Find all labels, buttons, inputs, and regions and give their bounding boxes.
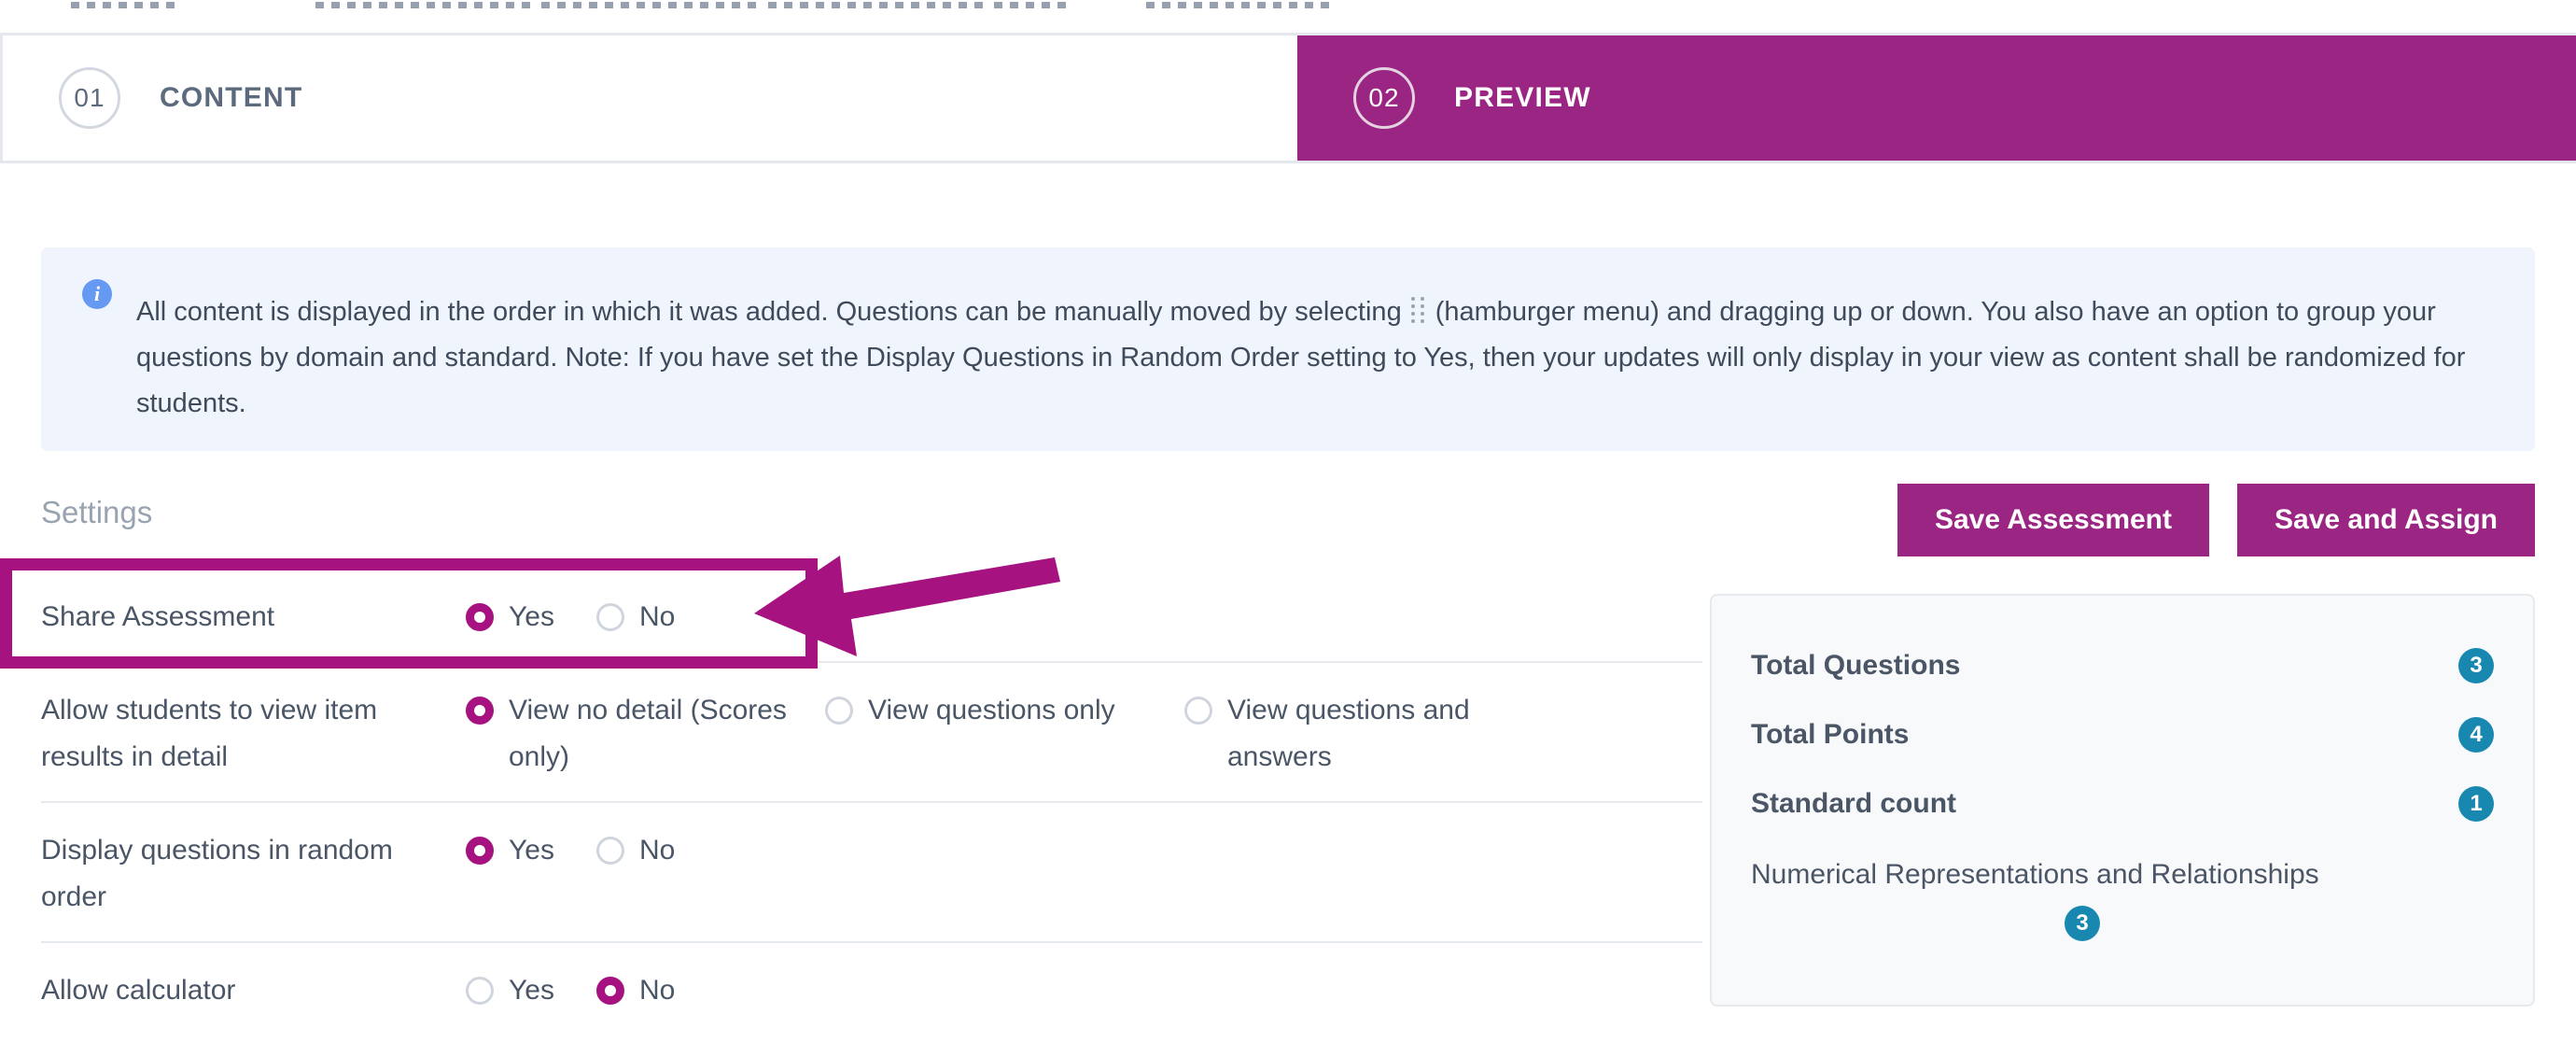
status-badge: 3	[2065, 906, 2100, 941]
summary-label: Total Points	[1751, 719, 1910, 750]
settings-list: Share Assessment Yes No Allow students t…	[41, 570, 1702, 1035]
radio-button-icon[interactable]	[466, 603, 494, 631]
assessment-summary-card: Total Questions 3 Total Points 4 Standar…	[1710, 594, 2535, 1007]
setting-label: Allow students to view item results in d…	[41, 695, 378, 772]
radio-button-icon[interactable]	[825, 697, 853, 725]
summary-label: Total Questions	[1751, 650, 1961, 681]
setting-label: Display questions in random order	[41, 835, 393, 912]
save-assessment-button[interactable]: Save Assessment	[1897, 484, 2210, 556]
setting-label: Allow calculator	[41, 975, 236, 1006]
summary-label: Standard count	[1751, 788, 1957, 819]
radio-button-icon[interactable]	[596, 977, 624, 1005]
status-badge: 4	[2458, 717, 2494, 753]
radio-option-label: Yes	[509, 601, 554, 632]
radio-option-calculator-yes[interactable]: Yes	[466, 967, 596, 1014]
radio-option-label: Yes	[509, 835, 554, 866]
save-and-assign-button[interactable]: Save and Assign	[2237, 484, 2535, 556]
info-banner-text: All content is displayed in the order in…	[136, 270, 2498, 427]
radio-option-view-questions-only[interactable]: View questions only	[825, 687, 1184, 781]
radio-option-share-no[interactable]: No	[596, 594, 727, 641]
radio-option-label: No	[639, 601, 676, 632]
tab-preview-number: 02	[1353, 67, 1415, 129]
settings-heading: Settings	[41, 495, 153, 529]
tab-preview-label: PREVIEW	[1454, 82, 1591, 113]
radio-option-calculator-no[interactable]: No	[596, 967, 727, 1014]
radio-option-label: No	[639, 835, 676, 866]
info-banner-text-part1: All content is displayed in the order in…	[136, 297, 1402, 327]
radio-button-icon[interactable]	[466, 837, 494, 865]
dash-run-1	[71, 2, 182, 8]
radio-option-label: View no detail (Scores only)	[509, 695, 787, 772]
radio-button-icon[interactable]	[466, 977, 494, 1005]
setting-options: Yes No	[466, 594, 1702, 641]
radio-option-label: Yes	[509, 975, 554, 1006]
status-badge: 1	[2458, 786, 2494, 822]
dash-run-2	[315, 2, 1073, 8]
setting-label: Share Assessment	[41, 601, 275, 632]
summary-row-total-questions: Total Questions 3	[1751, 631, 2494, 700]
radio-button-icon[interactable]	[596, 603, 624, 631]
radio-button-icon[interactable]	[596, 837, 624, 865]
wizard-tabbar: 01 CONTENT 02 PREVIEW	[0, 33, 2576, 163]
summary-row-total-points: Total Points 4	[1751, 700, 2494, 769]
setting-options: View no detail (Scores only) View questi…	[466, 687, 1702, 781]
radio-option-view-no-detail[interactable]: View no detail (Scores only)	[466, 687, 825, 781]
setting-row-share-assessment: Share Assessment Yes No	[41, 570, 1702, 661]
status-badge: 3	[2458, 648, 2494, 683]
top-cutoff-strip	[0, 0, 2576, 13]
standard-badge-wrap: 3	[1751, 906, 2494, 941]
info-banner: i All content is displayed in the order …	[41, 247, 2535, 451]
tab-content-number: 01	[59, 67, 120, 129]
tab-content-label: CONTENT	[160, 82, 303, 113]
dash-run-3	[1146, 2, 1337, 8]
radio-option-label: No	[639, 975, 676, 1006]
setting-options: Yes No	[466, 827, 1702, 874]
drag-handle-icon	[1411, 270, 1426, 300]
setting-row-allow-calculator: Allow calculator Yes No	[41, 941, 1702, 1035]
radio-option-random-yes[interactable]: Yes	[466, 827, 596, 874]
setting-options: Yes No	[466, 967, 1702, 1014]
radio-option-view-questions-and-answers[interactable]: View questions and answers	[1184, 687, 1544, 781]
standard-name-label: Numerical Representations and Relationsh…	[1751, 859, 2319, 890]
radio-button-icon[interactable]	[1184, 697, 1212, 725]
radio-option-share-yes[interactable]: Yes	[466, 594, 596, 641]
tab-preview[interactable]: 02 PREVIEW	[1297, 35, 2576, 161]
setting-row-view-results-detail: Allow students to view item results in d…	[41, 661, 1702, 801]
setting-row-random-order: Display questions in random order Yes No	[41, 801, 1702, 941]
summary-row-standard-count: Standard count 1	[1751, 769, 2494, 838]
radio-option-label: View questions and answers	[1227, 695, 1470, 772]
radio-option-label: View questions only	[868, 695, 1115, 725]
settings-action-buttons: Save Assessment Save and Assign	[1897, 484, 2535, 556]
radio-button-icon[interactable]	[466, 697, 494, 725]
radio-option-random-no[interactable]: No	[596, 827, 727, 874]
tab-content[interactable]: 01 CONTENT	[0, 35, 1297, 161]
info-icon: i	[82, 279, 112, 309]
